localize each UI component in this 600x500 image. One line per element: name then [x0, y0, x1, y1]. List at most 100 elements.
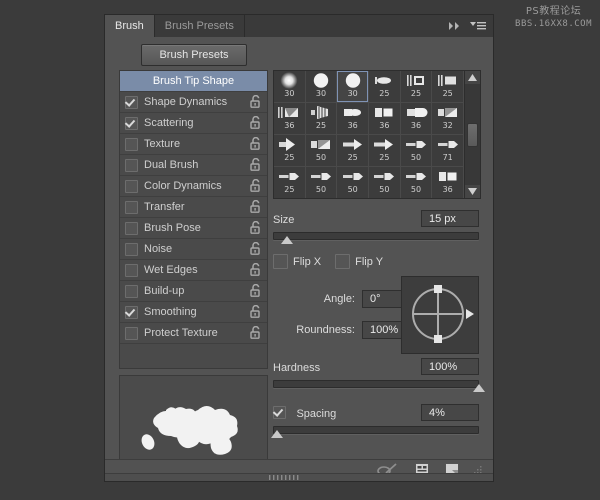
- brush-tip-cell[interactable]: 50: [306, 167, 338, 198]
- hardness-value-field[interactable]: 100%: [421, 358, 479, 375]
- brush-option-scattering[interactable]: Scattering: [120, 113, 267, 134]
- hardness-slider-thumb[interactable]: [473, 384, 485, 392]
- angle-roundness-dial[interactable]: [401, 276, 479, 354]
- brush-tip-size-label: 25: [379, 89, 390, 98]
- lock-icon[interactable]: [250, 199, 261, 218]
- hardness-slider-track[interactable]: [273, 380, 479, 388]
- lock-icon[interactable]: [250, 220, 261, 239]
- brush-option-color-dynamics[interactable]: Color Dynamics: [120, 176, 267, 197]
- brush-tip-cell[interactable]: 25: [337, 135, 370, 166]
- brush-option-checkbox[interactable]: [125, 137, 138, 151]
- brush-tip-size-label: 25: [284, 185, 295, 194]
- brush-option-wet-edges[interactable]: Wet Edges: [120, 260, 267, 281]
- brush-tip-cell[interactable]: 25: [432, 71, 465, 102]
- size-slider[interactable]: [273, 230, 479, 244]
- hardness-label: Hardness: [273, 362, 321, 374]
- brush-tip-cell[interactable]: 25: [369, 135, 401, 166]
- brush-tip-cell[interactable]: 25: [274, 135, 306, 166]
- lock-icon[interactable]: [250, 262, 261, 281]
- brush-tip-cell[interactable]: 25: [401, 71, 433, 102]
- brush-tip-cell[interactable]: 25: [369, 71, 401, 102]
- brush-option-transfer[interactable]: Transfer: [120, 197, 267, 218]
- panel-menu-icon[interactable]: [470, 21, 486, 31]
- lock-icon[interactable]: [250, 136, 261, 155]
- flip-x-checkbox[interactable]: [273, 254, 288, 269]
- scroll-up-arrow-icon[interactable]: [465, 71, 480, 84]
- brush-grid-scrollbar[interactable]: [464, 71, 480, 198]
- brush-tip-thumbnail: [434, 71, 462, 89]
- brush-option-checkbox[interactable]: [125, 200, 138, 214]
- size-value-field[interactable]: 15 px: [421, 210, 479, 227]
- lock-icon[interactable]: [250, 157, 261, 176]
- lock-icon[interactable]: [250, 304, 261, 323]
- brush-presets-button-label: Brush Presets: [159, 49, 229, 61]
- brush-tip-cell[interactable]: 32: [432, 103, 465, 134]
- brush-option-protect-texture[interactable]: Protect Texture: [120, 323, 267, 344]
- brush-option-checkbox[interactable]: [125, 263, 138, 277]
- brush-option-shape-dynamics[interactable]: Shape Dynamics: [120, 92, 267, 113]
- size-slider-thumb[interactable]: [281, 236, 294, 244]
- brush-tip-thumbnail: [434, 167, 462, 185]
- brush-tip-cell[interactable]: 36: [401, 103, 433, 134]
- spacing-slider-track[interactable]: [273, 426, 479, 434]
- brush-option-texture[interactable]: Texture: [120, 134, 267, 155]
- brush-tip-cell[interactable]: 50: [401, 167, 433, 198]
- brush-option-noise[interactable]: Noise: [120, 239, 267, 260]
- brush-tip-grid[interactable]: 30 30 30 25 25 25 36 25 36 36 36 32 25 50 25 25 50 71 25 50…: [273, 70, 481, 199]
- brush-tip-cell[interactable]: 25: [306, 103, 338, 134]
- brush-option-checkbox[interactable]: [125, 116, 138, 130]
- spacing-value-field[interactable]: 4%: [421, 404, 479, 421]
- scroll-down-arrow-icon[interactable]: [465, 185, 480, 198]
- spacing-slider[interactable]: [271, 424, 479, 438]
- brush-tip-cell[interactable]: 50: [306, 135, 338, 166]
- brush-tip-cell[interactable]: 30: [337, 71, 370, 102]
- scrollbar-thumb[interactable]: [467, 123, 478, 147]
- panel-resize-handle[interactable]: [105, 473, 493, 481]
- spacing-slider-thumb[interactable]: [271, 430, 284, 438]
- brush-option-checkbox[interactable]: [125, 284, 138, 298]
- lock-icon[interactable]: [250, 94, 261, 113]
- brush-presets-button[interactable]: Brush Presets: [141, 44, 247, 66]
- brush-tip-shape-header[interactable]: Brush Tip Shape: [120, 71, 267, 92]
- brush-option-checkbox[interactable]: [125, 305, 138, 319]
- lock-icon[interactable]: [250, 325, 261, 344]
- hardness-slider[interactable]: [273, 378, 485, 392]
- brush-option-checkbox[interactable]: [125, 95, 138, 109]
- hardness-row: Hardness 100%: [273, 358, 479, 375]
- brush-option-checkbox[interactable]: [125, 242, 138, 256]
- brush-tip-cell[interactable]: 50: [369, 167, 401, 198]
- size-slider-track[interactable]: [273, 232, 479, 240]
- brush-tip-cell[interactable]: 30: [306, 71, 338, 102]
- tab-brush-presets[interactable]: Brush Presets: [154, 15, 245, 37]
- lock-icon[interactable]: [250, 283, 261, 302]
- brush-tip-cell[interactable]: 36: [369, 103, 401, 134]
- flip-y-checkbox[interactable]: [335, 254, 351, 269]
- brush-option-brush-pose[interactable]: Brush Pose: [120, 218, 267, 239]
- collapse-double-chevron-icon[interactable]: [448, 21, 462, 31]
- brush-tip-cell[interactable]: 71: [432, 135, 465, 166]
- watermark-line-2: BBS.16XX8.COM: [515, 19, 592, 29]
- brush-tip-size-label: 30: [315, 89, 327, 98]
- brush-option-smoothing[interactable]: Smoothing: [120, 302, 267, 323]
- brush-settings-column: 30 30 30 25 25 25 36 25 36 36 36 32 25 50 25 25 50 71 25 50…: [271, 70, 485, 438]
- brush-tip-cell[interactable]: 36: [432, 167, 465, 198]
- brush-option-build-up[interactable]: Build-up: [120, 281, 267, 302]
- brush-option-checkbox[interactable]: [125, 158, 138, 172]
- flip-checkbox-row: Flip X Flip Y: [273, 254, 397, 269]
- brush-tip-cell[interactable]: 50: [401, 135, 433, 166]
- brush-tip-cell[interactable]: 25: [274, 167, 306, 198]
- tab-brush[interactable]: Brush: [105, 15, 155, 37]
- brush-tip-cell[interactable]: 50: [337, 167, 370, 198]
- brush-tip-cell[interactable]: 30: [274, 71, 306, 102]
- lock-icon[interactable]: [250, 115, 261, 134]
- brush-tip-thumbnail: [307, 71, 335, 89]
- spacing-checkbox[interactable]: [273, 406, 286, 419]
- brush-option-checkbox[interactable]: [125, 179, 138, 193]
- brush-tip-cell[interactable]: 36: [337, 103, 370, 134]
- brush-option-checkbox[interactable]: [125, 221, 138, 235]
- brush-tip-cell[interactable]: 36: [274, 103, 306, 134]
- brush-option-checkbox[interactable]: [125, 326, 138, 340]
- lock-icon[interactable]: [250, 241, 261, 260]
- brush-option-dual-brush[interactable]: Dual Brush: [120, 155, 267, 176]
- lock-icon[interactable]: [250, 178, 261, 197]
